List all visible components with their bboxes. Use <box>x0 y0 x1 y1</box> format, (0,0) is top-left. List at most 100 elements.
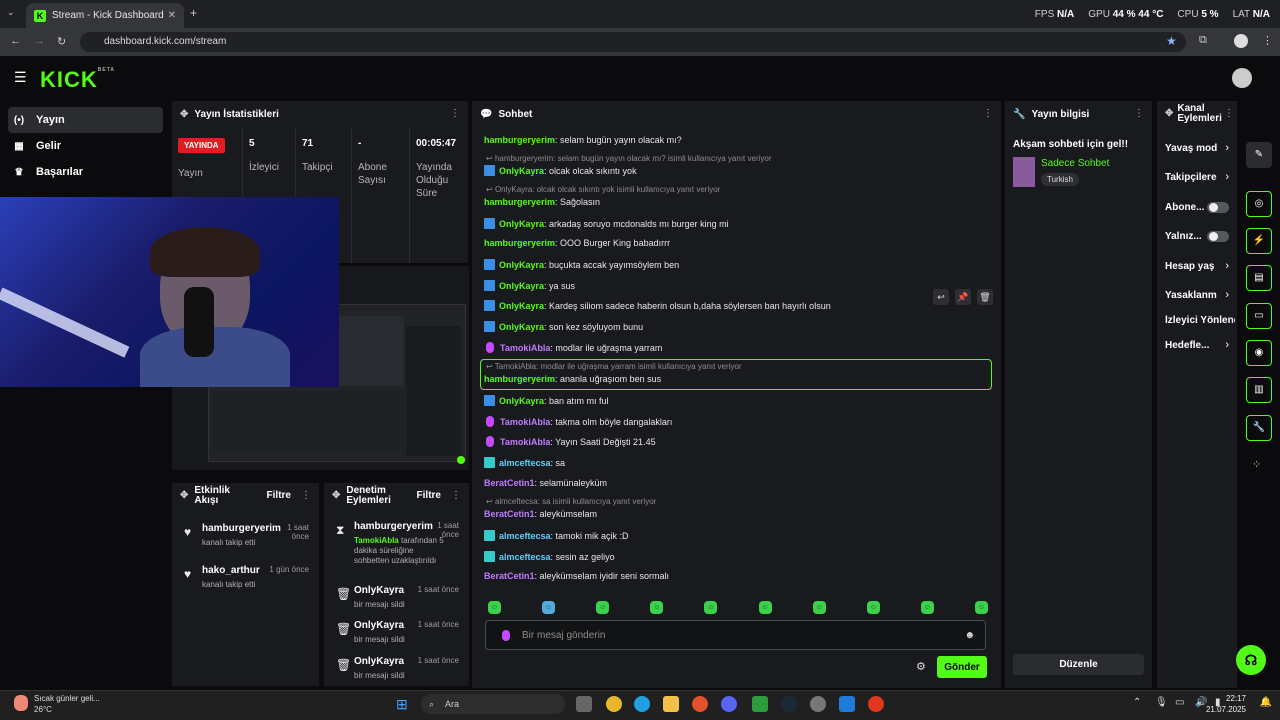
emote-icon[interactable]: ☺ <box>812 601 826 614</box>
drag-handle-icon[interactable]: ✥ <box>180 109 188 120</box>
chat-user[interactable]: BeratCetin1 <box>484 478 535 488</box>
slow-mode-item[interactable]: Yavaş mod <box>1165 143 1231 154</box>
chat-bubble-icon[interactable]: ▭ <box>1246 303 1272 329</box>
edit-button[interactable]: Düzenle <box>1013 654 1144 675</box>
browser-menu-icon[interactable]: ⋮ <box>1262 34 1273 47</box>
notes-icon[interactable]: ▤ <box>1246 265 1272 291</box>
chat-user[interactable]: OnlyKayra <box>499 281 544 291</box>
back-icon[interactable]: ← <box>10 35 21 47</box>
chat-user[interactable]: TamokiAbla <box>500 417 550 427</box>
emotes-only-toggle[interactable] <box>1207 231 1229 242</box>
obs-icon[interactable] <box>810 696 826 712</box>
chat-user[interactable]: BeratCetin1 <box>484 509 535 519</box>
broadcast-icon[interactable]: ◉ <box>1246 340 1272 366</box>
sidebar-item-revenue[interactable]: ▦ Gelir <box>8 133 163 159</box>
chat-user[interactable]: almceftecsa <box>499 552 551 562</box>
chat-user[interactable]: TamokiAbla <box>500 437 550 447</box>
ea-icon[interactable] <box>868 696 884 712</box>
close-tab-icon[interactable]: ✕ <box>168 10 176 21</box>
weather-widget[interactable]: Sıcak günler geli... 26°C <box>10 693 100 715</box>
more-options-icon[interactable]: ⋮ <box>451 490 461 501</box>
wrench-icon[interactable]: 🔧 <box>1246 415 1272 441</box>
sidebar-item-stream[interactable]: (•) Yayın <box>8 107 163 133</box>
chrome-icon[interactable] <box>606 696 622 712</box>
chat-user[interactable]: OnlyKayra <box>499 396 544 406</box>
chat-settings-icon[interactable]: ⚙ <box>916 660 926 673</box>
chat-user[interactable]: OnlyKayra <box>499 301 544 311</box>
tray-chevron-icon[interactable]: ⌃ <box>1133 697 1141 708</box>
kick-logo[interactable]: KICKBETA <box>40 67 115 93</box>
emoji-icon[interactable]: ☻ <box>964 630 975 641</box>
chat-user[interactable]: hamburgeryerim <box>484 238 555 248</box>
host-item[interactable]: İzleyici Yönlendir <box>1165 315 1235 326</box>
app-icon[interactable] <box>692 696 708 712</box>
app-icon[interactable] <box>839 696 855 712</box>
send-button[interactable]: Gönder <box>937 656 987 678</box>
help-chat-icon[interactable]: ☊ <box>1236 645 1266 675</box>
steam-icon[interactable] <box>781 696 797 712</box>
emote-icon[interactable]: ☺ <box>866 601 880 614</box>
drag-handle-icon[interactable]: ✥ <box>332 491 340 501</box>
taskbar-clock[interactable]: 22:17 21.07.2025 <box>1206 693 1246 715</box>
subs-only-item[interactable]: Abone... <box>1165 202 1210 213</box>
chat-input[interactable]: Bir mesaj gönderin ☻ <box>485 620 986 650</box>
category-name[interactable]: Sadece Sohbet <box>1041 158 1109 169</box>
delete-icon[interactable]: 🗑 <box>977 289 993 305</box>
microphone-icon[interactable]: 🎙 <box>1155 697 1168 708</box>
more-options-icon[interactable]: ⋮ <box>450 108 460 119</box>
user-avatar[interactable] <box>1232 68 1252 88</box>
more-dots-icon[interactable]: ⁘ <box>1252 458 1261 471</box>
chat-user[interactable]: hamburgeryerim <box>484 197 555 207</box>
mod-actor[interactable]: TamokiAbla <box>354 536 399 545</box>
notification-icon[interactable]: 🔔 <box>1260 697 1272 708</box>
reload-icon[interactable]: ↻ <box>57 35 66 48</box>
extensions-icon[interactable]: ⧉ <box>1199 34 1207 47</box>
emote-icon[interactable]: ☺ <box>542 601 556 614</box>
filter-button[interactable]: Filtre <box>417 490 441 501</box>
taskbar-search[interactable]: ⌕ Ara <box>421 694 565 714</box>
browser-tab[interactable]: K Stream - Kick Dashboard ✕ <box>26 3 184 28</box>
chat-user[interactable]: OnlyKayra <box>499 219 544 229</box>
url-field[interactable]: dashboard.kick.com/stream <box>80 32 1186 52</box>
goals-item[interactable]: Hedefle... <box>1165 340 1231 351</box>
subs-only-toggle[interactable] <box>1207 202 1229 213</box>
more-options-icon[interactable]: ⋮ <box>1134 108 1144 119</box>
emote-icon[interactable]: ☺ <box>758 601 772 614</box>
chat-user[interactable]: OnlyKayra <box>499 322 544 332</box>
emote-icon[interactable]: ☺ <box>488 601 501 614</box>
task-view-icon[interactable] <box>576 696 592 712</box>
banned-words-item[interactable]: Yasaklanm <box>1165 290 1231 301</box>
followers-only-item[interactable]: Takipçilere <box>1165 172 1231 183</box>
chat-user[interactable]: BeratCetin1 <box>484 571 535 581</box>
drag-handle-icon[interactable]: ✥ <box>180 491 188 501</box>
sidebar-item-achievements[interactable]: ♛ Başarılar <box>8 159 163 185</box>
chat-user[interactable]: hamburgeryerim <box>484 374 555 384</box>
tab-list-icon[interactable]: ⌄ <box>7 7 15 18</box>
new-tab-icon[interactable]: + <box>190 6 197 20</box>
file-explorer-icon[interactable] <box>663 696 679 712</box>
drag-handle-icon[interactable]: ✥ <box>1165 109 1173 119</box>
layout-icon[interactable]: ▥ <box>1246 377 1272 403</box>
emote-icon[interactable]: ☺ <box>704 601 718 614</box>
profile-avatar[interactable] <box>1234 34 1248 48</box>
clip-icon[interactable]: ◎ <box>1246 191 1272 217</box>
more-options-icon[interactable]: ⋮ <box>1224 108 1234 119</box>
reply-icon[interactable]: ↩ <box>933 289 949 305</box>
chat-user[interactable]: OnlyKayra <box>499 260 544 270</box>
hamburger-menu-icon[interactable]: ☰ <box>14 69 27 86</box>
windows-start-icon[interactable]: ⊞ <box>396 696 408 713</box>
emote-icon[interactable]: ☺ <box>596 601 610 614</box>
network-icon[interactable]: ▭ <box>1175 697 1184 708</box>
xbox-icon[interactable] <box>752 696 768 712</box>
forward-icon[interactable]: → <box>34 35 45 47</box>
chat-user[interactable]: TamokiAbla <box>500 343 550 353</box>
emotes-only-item[interactable]: Yalnız... <box>1165 231 1210 242</box>
emote-icon[interactable]: ☺ <box>920 601 934 614</box>
emote-icon[interactable]: ☺ <box>650 601 664 614</box>
chat-user[interactable]: almceftecsa <box>499 458 551 468</box>
chat-user[interactable]: OnlyKayra <box>499 166 544 176</box>
emote-icon[interactable]: ☺ <box>974 601 988 614</box>
edge-icon[interactable] <box>634 696 650 712</box>
edit-icon[interactable]: ✎ <box>1246 142 1272 168</box>
category-thumbnail[interactable] <box>1013 157 1035 187</box>
